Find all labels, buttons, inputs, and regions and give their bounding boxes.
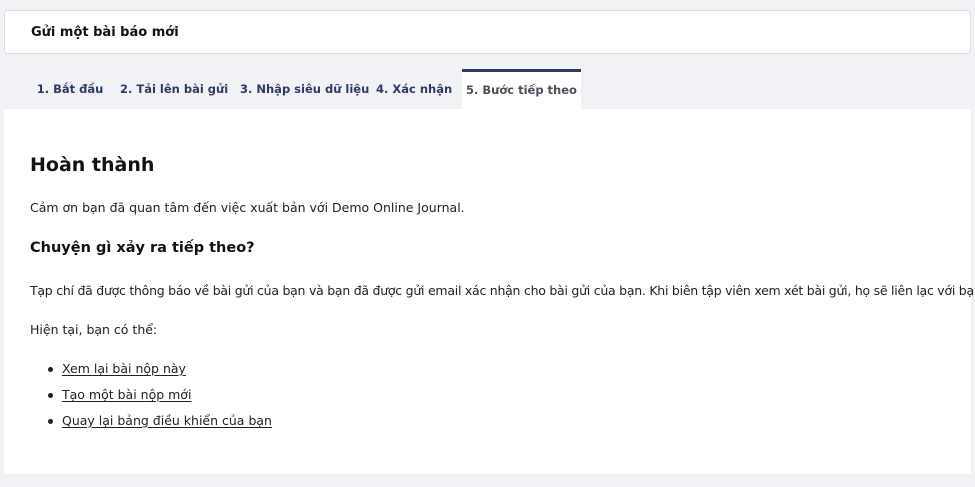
main-content-panel: Hoàn thành Cảm ơn bạn đã quan tâm đến vi…	[4, 109, 975, 474]
list-item: Quay lại bảng điều khiển của bạn	[30, 411, 272, 437]
page-header-card: Gửi một bài báo mới	[4, 10, 971, 54]
tab-enter-metadata[interactable]: 3. Nhập siêu dữ liệu	[240, 69, 369, 109]
review-submission-link[interactable]: Xem lại bài nộp này	[62, 361, 186, 376]
bullet-icon	[48, 393, 53, 398]
list-item: Tạo một bài nộp mới	[30, 385, 272, 411]
tab-next-steps[interactable]: 5. Bước tiếp theo	[462, 69, 581, 109]
list-item: Xem lại bài nộp này	[30, 359, 272, 385]
tab-start[interactable]: 1. Bắt đầu	[30, 69, 110, 109]
new-submission-link[interactable]: Tạo một bài nộp mới	[62, 387, 191, 402]
dashboard-link[interactable]: Quay lại bảng điều khiển của bạn	[62, 413, 272, 428]
complete-heading: Hoàn thành	[30, 154, 155, 176]
bullet-icon	[48, 367, 53, 372]
options-intro: Hiện tại, bạn có thể:	[30, 322, 158, 337]
wizard-tabs: 1. Bắt đầu 2. Tải lên bài gửi 3. Nhập si…	[4, 69, 971, 109]
next-actions-list: Xem lại bài nộp này Tạo một bài nộp mới …	[30, 359, 272, 437]
tab-confirmation[interactable]: 4. Xác nhận	[376, 69, 452, 109]
bullet-icon	[48, 419, 53, 424]
thanks-message: Cảm ơn bạn đã quan tâm đến việc xuất bản…	[30, 200, 465, 215]
page-title: Gửi một bài báo mới	[31, 25, 179, 40]
tab-upload-submission[interactable]: 2. Tải lên bài gửi	[120, 69, 228, 109]
what-happens-next-heading: Chuyện gì xảy ra tiếp theo?	[30, 240, 255, 256]
notification-message: Tạp chí đã được thông báo về bài gửi của…	[30, 283, 975, 298]
